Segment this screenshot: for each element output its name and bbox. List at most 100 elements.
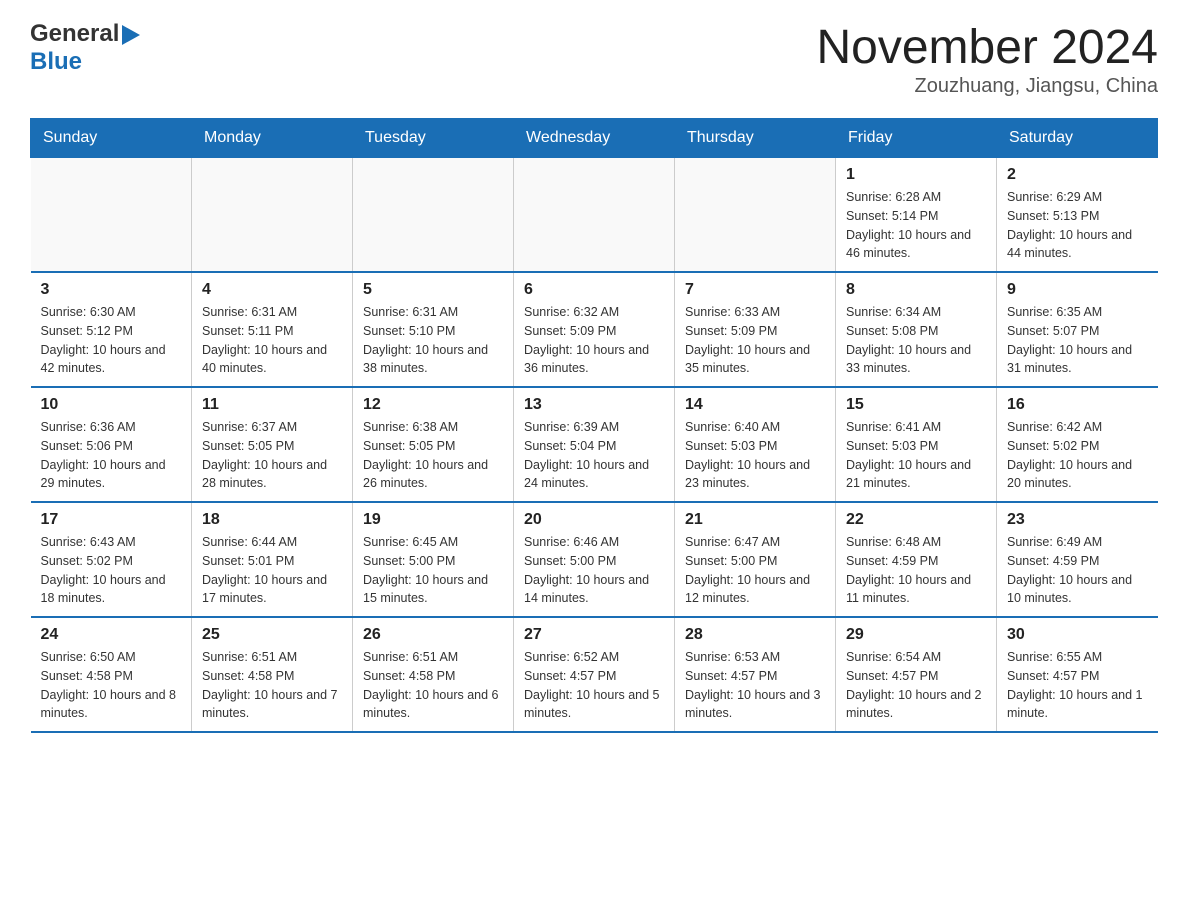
day-info: Sunrise: 6:49 AMSunset: 4:59 PMDaylight:…: [1007, 533, 1148, 608]
day-number: 13: [524, 396, 664, 414]
calendar-week-row: 1 Sunrise: 6:28 AMSunset: 5:14 PMDaylight…: [31, 158, 1158, 273]
table-row: 25Sunrise: 6:51 AMSunset: 4:58 PMDayligh…: [192, 617, 353, 732]
day-number: 10: [41, 396, 182, 414]
month-title: November 2024: [816, 20, 1158, 75]
col-tuesday: Tuesday: [353, 119, 514, 158]
table-row: 26 Sunrise: 6:51 AMSunset: 4:58 PMDayligh…: [353, 617, 514, 732]
day-number: 3: [41, 281, 182, 299]
location-text: Zouzhuang, Jiangsu, China: [816, 75, 1158, 98]
table-row: 3 Sunrise: 6:30 AMSunset: 5:12 PMDaylight…: [31, 272, 192, 387]
table-row: 12 Sunrise: 6:38 AMSunset: 5:05 PMDayligh…: [353, 387, 514, 502]
day-info: Sunrise: 6:55 AMSunset: 4:57 PMDaylight:…: [1007, 648, 1148, 723]
day-info: Sunrise: 6:38 AMSunset: 5:05 PMDaylight:…: [363, 418, 503, 493]
col-monday: Monday: [192, 119, 353, 158]
calendar-header-row: Sunday Monday Tuesday Wednesday Thursday…: [31, 119, 1158, 158]
day-info: Sunrise: 6:31 AMSunset: 5:10 PMDaylight:…: [363, 303, 503, 378]
col-friday: Friday: [836, 119, 997, 158]
day-info: Sunrise: 6:41 AMSunset: 5:03 PMDaylight:…: [846, 418, 986, 493]
day-number: 5: [363, 281, 503, 299]
table-row: 28 Sunrise: 6:53 AMSunset: 4:57 PMDayligh…: [675, 617, 836, 732]
day-info: Sunrise: 6:51 AMSunset: 4:58 PMDaylight:…: [363, 648, 503, 723]
day-number: 2: [1007, 166, 1148, 184]
day-number: 17: [41, 511, 182, 529]
table-row: 17 Sunrise: 6:43 AMSunset: 5:02 PMDayligh…: [31, 502, 192, 617]
day-number: 9: [1007, 281, 1148, 299]
table-row: 10 Sunrise: 6:36 AMSunset: 5:06 PMDayligh…: [31, 387, 192, 502]
table-row: 16 Sunrise: 6:42 AMSunset: 5:02 PMDayligh…: [997, 387, 1158, 502]
day-info: Sunrise: 6:54 AMSunset: 4:57 PMDaylight:…: [846, 648, 986, 723]
day-info: Sunrise: 6:53 AMSunset: 4:57 PMDaylight:…: [685, 648, 825, 723]
day-number: 29: [846, 626, 986, 644]
day-info: Sunrise: 6:39 AMSunset: 5:04 PMDaylight:…: [524, 418, 664, 493]
col-wednesday: Wednesday: [514, 119, 675, 158]
day-number: 28: [685, 626, 825, 644]
day-number: 18: [202, 511, 342, 529]
table-row: 22 Sunrise: 6:48 AMSunset: 4:59 PMDayligh…: [836, 502, 997, 617]
day-number: 19: [363, 511, 503, 529]
col-sunday: Sunday: [31, 119, 192, 158]
day-info: Sunrise: 6:44 AMSunset: 5:01 PMDaylight:…: [202, 533, 342, 608]
calendar-week-row: 17 Sunrise: 6:43 AMSunset: 5:02 PMDayligh…: [31, 502, 1158, 617]
day-number: 12: [363, 396, 503, 414]
logo: General Blue: [30, 20, 140, 76]
table-row: 11Sunrise: 6:37 AMSunset: 5:05 PMDayligh…: [192, 387, 353, 502]
table-row: 2 Sunrise: 6:29 AMSunset: 5:13 PMDaylight…: [997, 158, 1158, 273]
day-info: Sunrise: 6:34 AMSunset: 5:08 PMDaylight:…: [846, 303, 986, 378]
day-info: Sunrise: 6:51 AMSunset: 4:58 PMDaylight:…: [202, 648, 342, 723]
day-number: 23: [1007, 511, 1148, 529]
day-info: Sunrise: 6:47 AMSunset: 5:00 PMDaylight:…: [685, 533, 825, 608]
day-number: 16: [1007, 396, 1148, 414]
table-row: 20 Sunrise: 6:46 AMSunset: 5:00 PMDayligh…: [514, 502, 675, 617]
table-row: [514, 158, 675, 273]
table-row: [353, 158, 514, 273]
day-info: Sunrise: 6:48 AMSunset: 4:59 PMDaylight:…: [846, 533, 986, 608]
table-row: 8 Sunrise: 6:34 AMSunset: 5:08 PMDaylight…: [836, 272, 997, 387]
table-row: [31, 158, 192, 273]
day-info: Sunrise: 6:37 AMSunset: 5:05 PMDaylight:…: [202, 418, 342, 493]
col-thursday: Thursday: [675, 119, 836, 158]
page-header: General Blue November 2024 Zouzhuang, Ji…: [30, 20, 1158, 98]
day-number: 6: [524, 281, 664, 299]
day-info: Sunrise: 6:52 AMSunset: 4:57 PMDaylight:…: [524, 648, 664, 723]
day-info: Sunrise: 6:35 AMSunset: 5:07 PMDaylight:…: [1007, 303, 1148, 378]
day-info: Sunrise: 6:28 AMSunset: 5:14 PMDaylight:…: [846, 188, 986, 263]
calendar-table: Sunday Monday Tuesday Wednesday Thursday…: [30, 118, 1158, 733]
day-number: 24: [41, 626, 182, 644]
day-number: 30: [1007, 626, 1148, 644]
calendar-week-row: 24 Sunrise: 6:50 AMSunset: 4:58 PMDayligh…: [31, 617, 1158, 732]
day-number: 7: [685, 281, 825, 299]
day-info: Sunrise: 6:40 AMSunset: 5:03 PMDaylight:…: [685, 418, 825, 493]
day-number: 21: [685, 511, 825, 529]
day-info: Sunrise: 6:42 AMSunset: 5:02 PMDaylight:…: [1007, 418, 1148, 493]
table-row: 14 Sunrise: 6:40 AMSunset: 5:03 PMDayligh…: [675, 387, 836, 502]
day-info: Sunrise: 6:30 AMSunset: 5:12 PMDaylight:…: [41, 303, 182, 378]
day-info: Sunrise: 6:50 AMSunset: 4:58 PMDaylight:…: [41, 648, 182, 723]
day-info: Sunrise: 6:43 AMSunset: 5:02 PMDaylight:…: [41, 533, 182, 608]
day-info: Sunrise: 6:36 AMSunset: 5:06 PMDaylight:…: [41, 418, 182, 493]
day-info: Sunrise: 6:29 AMSunset: 5:13 PMDaylight:…: [1007, 188, 1148, 263]
logo-blue-text: Blue: [30, 48, 82, 75]
table-row: 18 Sunrise: 6:44 AMSunset: 5:01 PMDayligh…: [192, 502, 353, 617]
day-info: Sunrise: 6:31 AMSunset: 5:11 PMDaylight:…: [202, 303, 342, 378]
table-row: [675, 158, 836, 273]
day-info: Sunrise: 6:46 AMSunset: 5:00 PMDaylight:…: [524, 533, 664, 608]
day-info: Sunrise: 6:32 AMSunset: 5:09 PMDaylight:…: [524, 303, 664, 378]
day-number: 20: [524, 511, 664, 529]
calendar-week-row: 10 Sunrise: 6:36 AMSunset: 5:06 PMDayligh…: [31, 387, 1158, 502]
day-number: 8: [846, 281, 986, 299]
table-row: 5 Sunrise: 6:31 AMSunset: 5:10 PMDaylight…: [353, 272, 514, 387]
day-number: 22: [846, 511, 986, 529]
table-row: [192, 158, 353, 273]
day-number: 27: [524, 626, 664, 644]
day-number: 14: [685, 396, 825, 414]
table-row: 29 Sunrise: 6:54 AMSunset: 4:57 PMDayligh…: [836, 617, 997, 732]
day-number: 1: [846, 166, 986, 184]
day-number: 26: [363, 626, 503, 644]
table-row: 13 Sunrise: 6:39 AMSunset: 5:04 PMDayligh…: [514, 387, 675, 502]
table-row: 1 Sunrise: 6:28 AMSunset: 5:14 PMDaylight…: [836, 158, 997, 273]
title-block: November 2024 Zouzhuang, Jiangsu, China: [816, 20, 1158, 98]
logo-arrow-icon: [122, 25, 140, 45]
table-row: 24 Sunrise: 6:50 AMSunset: 4:58 PMDayligh…: [31, 617, 192, 732]
table-row: 27 Sunrise: 6:52 AMSunset: 4:57 PMDayligh…: [514, 617, 675, 732]
col-saturday: Saturday: [997, 119, 1158, 158]
